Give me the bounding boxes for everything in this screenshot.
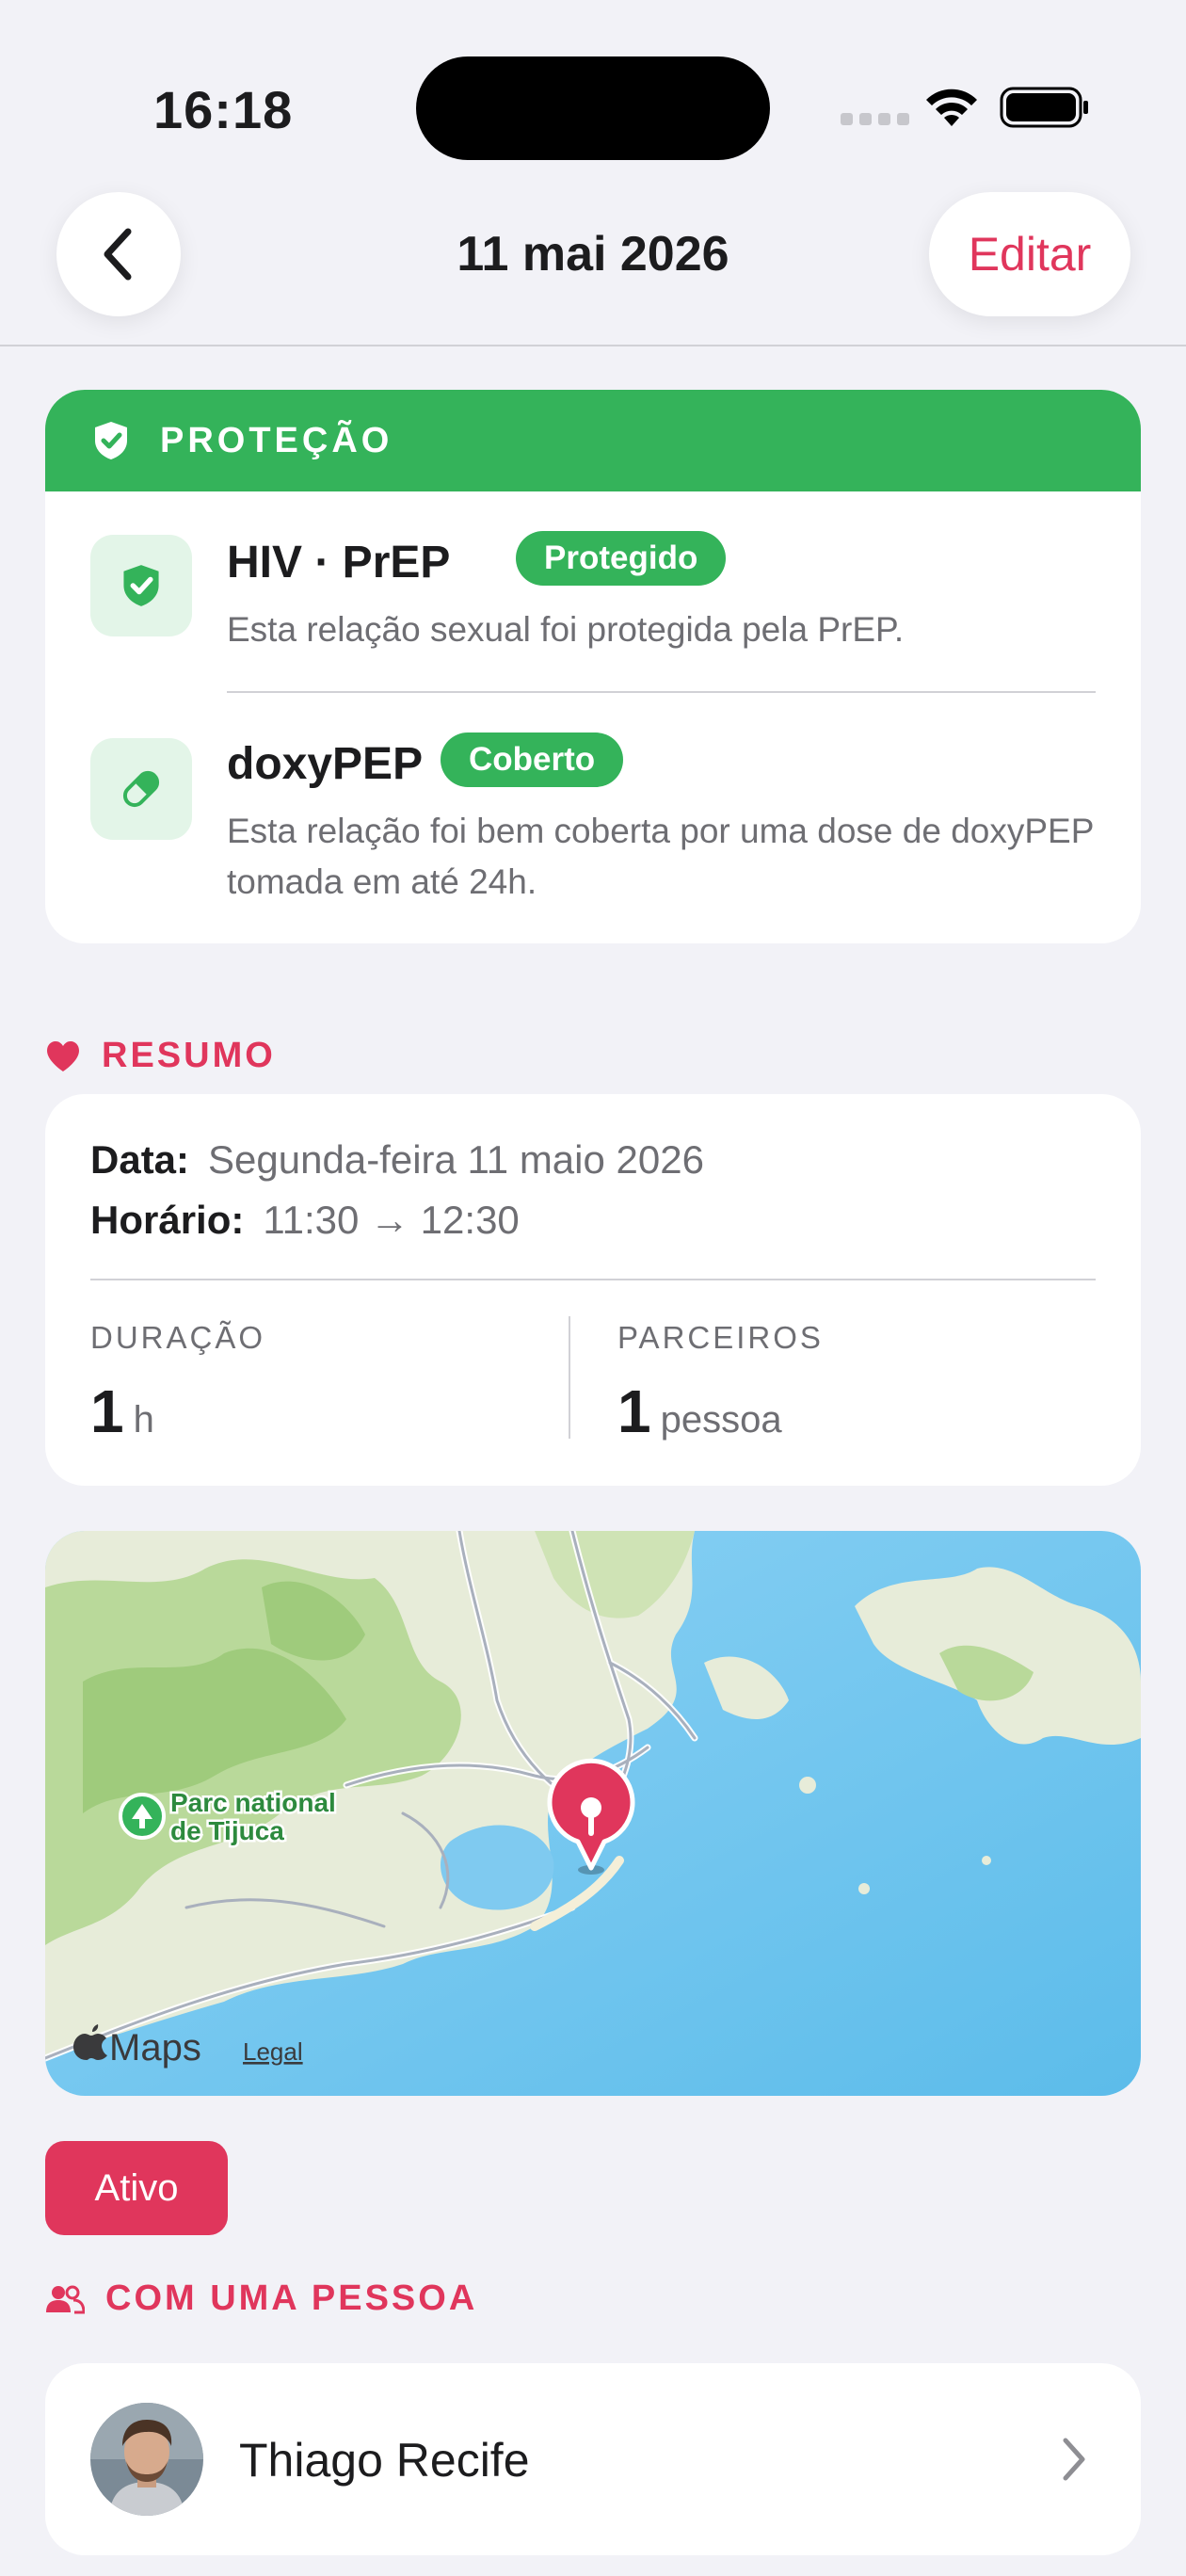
- summary-divider: [90, 1279, 1096, 1280]
- back-button[interactable]: [56, 192, 181, 316]
- partners-stat: PARCEIROS 1 pessoa: [617, 1320, 824, 1446]
- pill-icon: [122, 770, 160, 808]
- cellular-signal-icon: [841, 113, 909, 125]
- time-row: Horário: 11:30 → 12:30: [90, 1198, 520, 1243]
- people-icon: [46, 2285, 85, 2313]
- edit-button[interactable]: Editar: [929, 192, 1130, 316]
- stat-divider: [569, 1316, 570, 1439]
- partner-name: Thiago Recife: [239, 2434, 530, 2487]
- protection-card: PROTEÇÃO HIV · PrEP Protegido Esta relaç…: [45, 390, 1141, 943]
- prep-description: Esta relação sexual foi protegida pela P…: [227, 610, 905, 649]
- partners-section-header: COM UMA PESSOA: [45, 2278, 477, 2319]
- partners-header-label: COM UMA PESSOA: [105, 2278, 478, 2318]
- status-bar: 16:18: [0, 0, 1186, 169]
- shield-check-icon: [95, 422, 127, 459]
- protection-header: PROTEÇÃO: [45, 390, 1141, 491]
- shield-check-icon: [123, 565, 159, 606]
- protection-divider: [227, 691, 1096, 693]
- partner-row[interactable]: Thiago Recife: [45, 2363, 1141, 2555]
- status-pill-active[interactable]: Ativo: [45, 2141, 228, 2235]
- prep-title: HIV · PrEP: [227, 538, 451, 588]
- heart-icon: [47, 1040, 79, 1071]
- partners-unit: pessoa: [660, 1399, 782, 1441]
- summary-header-label: RESUMO: [102, 1036, 276, 1075]
- partners-label: PARCEIROS: [617, 1320, 824, 1355]
- protection-header-label: PROTEÇÃO: [160, 420, 393, 460]
- battery-icon: [1000, 87, 1088, 128]
- maps-brand-label: Maps: [109, 2027, 201, 2069]
- doxypep-title: doxyPEP: [227, 739, 424, 789]
- nav-divider: [0, 345, 1186, 346]
- legal-link[interactable]: Legal: [243, 2037, 303, 2066]
- wifi-icon: [926, 89, 977, 126]
- doxypep-status-badge: Coberto: [441, 733, 624, 787]
- date-row: Data: Segunda-feira 11 maio 2026: [90, 1137, 704, 1183]
- chevron-right-icon: [1063, 2438, 1085, 2481]
- park-marker-icon: [119, 1793, 166, 1840]
- prep-icon-box: [90, 535, 192, 636]
- avatar: [90, 2403, 203, 2516]
- duration-value: 1: [90, 1377, 124, 1445]
- location-map[interactable]: Parc national de Tijuca Maps Legal: [45, 1531, 1141, 2096]
- time-value: 11:30 → 12:30: [263, 1198, 520, 1242]
- page-title: 11 mai 2026: [457, 227, 729, 282]
- dynamic-island: [416, 56, 770, 160]
- status-time: 16:18: [153, 80, 294, 139]
- summary-section-header: RESUMO: [45, 1036, 276, 1076]
- date-label: Data:: [90, 1137, 190, 1182]
- chevron-left-icon: [104, 228, 132, 281]
- date-value: Segunda-feira 11 maio 2026: [208, 1137, 704, 1182]
- doxypep-icon-box: [90, 738, 192, 840]
- map-graphic: Parc national de Tijuca Maps Legal: [45, 1531, 1141, 2096]
- summary-card: Data: Segunda-feira 11 maio 2026 Horário:…: [45, 1094, 1141, 1486]
- duration-label: DURAÇÃO: [90, 1320, 266, 1355]
- partners-value: 1: [617, 1377, 651, 1445]
- doxypep-description: Esta relação foi bem coberta por uma dos…: [227, 812, 1094, 901]
- park-label-line1: Parc national: [170, 1788, 336, 1817]
- time-label: Horário:: [90, 1198, 245, 1242]
- prep-status-badge: Protegido: [516, 531, 727, 586]
- park-label-line2: de Tijuca: [170, 1816, 284, 1845]
- duration-stat: DURAÇÃO 1h: [90, 1320, 265, 1446]
- duration-unit: h: [133, 1399, 154, 1441]
